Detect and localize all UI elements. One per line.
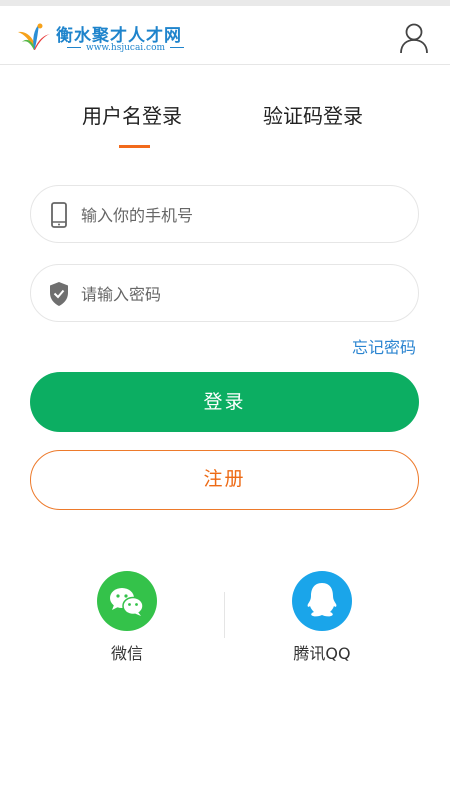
phone-input[interactable] (79, 186, 403, 244)
active-tab-indicator (119, 145, 150, 148)
login-tabs: 用户名登录 验证码登录 (0, 100, 450, 150)
social-divider (224, 592, 225, 638)
login-button[interactable]: 登录 (30, 372, 419, 432)
phone-field[interactable] (30, 185, 419, 244)
password-input[interactable] (79, 265, 403, 323)
shield-icon (50, 282, 68, 306)
tab-username-login[interactable]: 用户名登录 (82, 100, 182, 129)
header-bar: 衡水聚才人才网 www.hsjucai.com (0, 6, 450, 65)
forgot-password-link[interactable]: 忘记密码 (352, 334, 416, 358)
site-url: www.hsjucai.com (62, 43, 189, 53)
wechat-login[interactable]: 微信 (77, 571, 177, 671)
logo-icon (18, 23, 50, 50)
wechat-icon (97, 571, 157, 631)
phone-icon (51, 202, 67, 228)
qq-icon (292, 571, 352, 631)
site-url-text: www.hsjucai.com (86, 43, 166, 53)
password-field[interactable] (30, 264, 419, 323)
tab-code-login[interactable]: 验证码登录 (263, 100, 363, 129)
qq-label: 腾讯QQ (293, 644, 351, 663)
qq-login[interactable]: 腾讯QQ (272, 571, 372, 671)
site-logo[interactable]: 衡水聚才人才网 www.hsjucai.com (16, 20, 216, 60)
user-icon[interactable] (399, 22, 429, 54)
register-button[interactable]: 注册 (30, 450, 419, 510)
wechat-label: 微信 (110, 644, 143, 663)
